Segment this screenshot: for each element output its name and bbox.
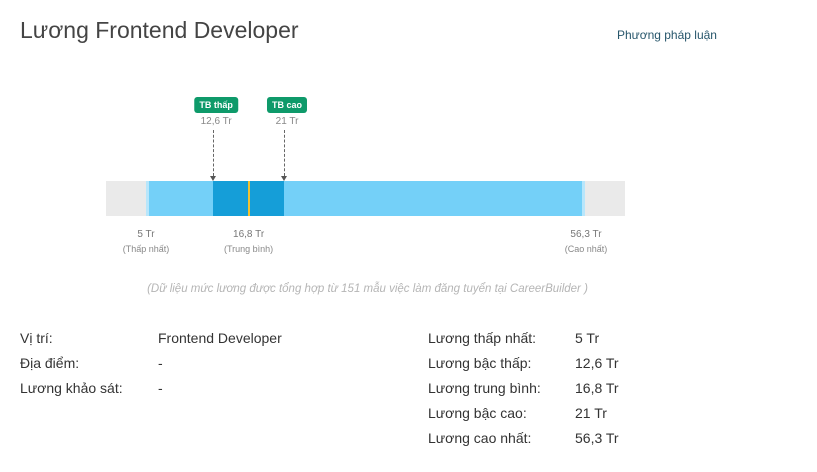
location-label: Địa điểm: xyxy=(20,355,80,371)
salary-max-value: 56,3 Tr xyxy=(575,430,619,446)
range-edge-max xyxy=(582,181,585,216)
tick-min-value: 5 Tr xyxy=(137,229,155,240)
location-value: - xyxy=(158,355,163,371)
badge-high-avg: TB cao xyxy=(267,97,308,113)
tick-max-label: (Cao nhất) xyxy=(564,244,608,254)
position-label: Vị trí: xyxy=(20,330,53,346)
salary-low-label: Lương bậc thấp: xyxy=(428,355,532,371)
survey-salary-value: - xyxy=(158,380,163,396)
data-source-note: (Dữ liệu mức lương được tổng hợp từ 151 … xyxy=(147,283,588,295)
tick-avg-label: (Trung bình) xyxy=(223,244,274,254)
marker-line-high-avg xyxy=(284,130,286,176)
salary-high-value: 21 Tr xyxy=(575,405,607,421)
tick-max-value: 56,3 Tr xyxy=(570,229,602,240)
marker-line-low-avg xyxy=(213,130,215,176)
badge-low-avg-value: 12,6 Tr xyxy=(200,116,232,127)
salary-range-chart: TB thấp 12,6 Tr TB cao 21 Tr 5 Tr (Thấp … xyxy=(0,0,817,300)
salary-low-value: 12,6 Tr xyxy=(575,355,619,371)
survey-salary-label: Lương khảo sát: xyxy=(20,380,123,396)
range-track xyxy=(106,181,625,216)
tick-min-label: (Thấp nhất) xyxy=(122,244,170,254)
position-value: Frontend Developer xyxy=(158,330,282,346)
badge-low-avg: TB thấp xyxy=(194,97,238,113)
salary-avg-label: Lương trung bình: xyxy=(428,380,541,396)
badge-high-avg-value: 21 Tr xyxy=(275,116,299,127)
salary-max-label: Lương cao nhất: xyxy=(428,430,532,446)
salary-avg-value: 16,8 Tr xyxy=(575,380,619,396)
salary-min-label: Lương thấp nhất: xyxy=(428,330,537,346)
tick-avg-value: 16,8 Tr xyxy=(233,229,265,240)
average-marker xyxy=(247,181,250,216)
salary-min-value: 5 Tr xyxy=(575,330,600,346)
salary-high-label: Lương bậc cao: xyxy=(428,405,527,421)
